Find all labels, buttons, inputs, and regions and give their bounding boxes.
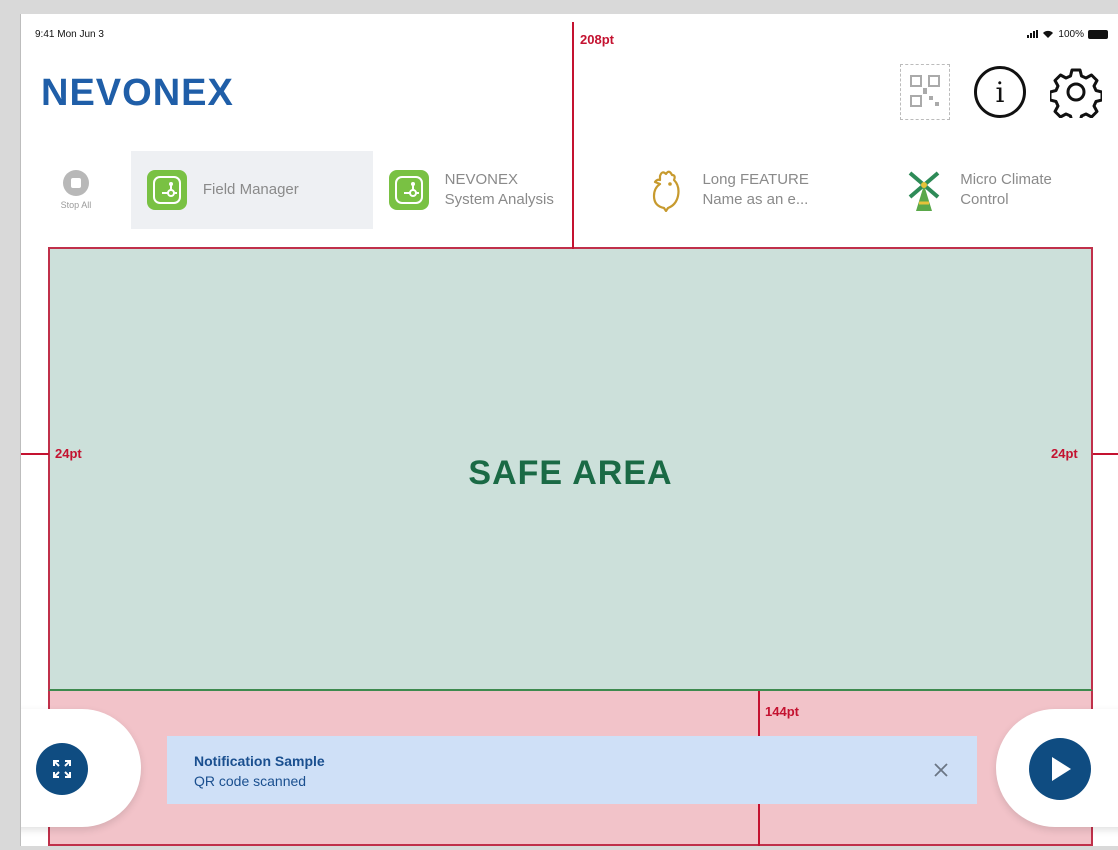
safe-area-label: SAFE AREA xyxy=(468,454,673,492)
right-measure-line xyxy=(1093,453,1118,455)
plant-app-icon xyxy=(388,170,429,210)
qr-code-icon xyxy=(910,75,940,107)
top-measure-line xyxy=(572,22,574,249)
tab-label: Field Manager xyxy=(202,180,299,198)
tab-label-line1: NEVONEX xyxy=(444,170,519,188)
plant-app-icon xyxy=(146,170,187,210)
left-measure-label: 24pt xyxy=(55,446,82,461)
close-icon xyxy=(934,763,948,777)
info-icon: i xyxy=(995,75,1005,109)
tab-long-feature[interactable]: Long FEATURE Name as an e... xyxy=(630,151,888,229)
tab-label: Long FEATURE Name as an e... xyxy=(702,170,808,211)
status-indicators: 100% xyxy=(1027,29,1108,40)
status-time: 9:41 Mon Jun 3 xyxy=(35,28,104,40)
tab-micro-climate[interactable]: Micro Climate Control xyxy=(888,151,1118,229)
feature-tab-bar: Stop All Field Manager NEVONEX System An… xyxy=(21,151,1118,229)
tab-label-line1: Long FEATURE xyxy=(702,170,809,188)
tab-system-analysis[interactable]: NEVONEX System Analysis xyxy=(373,151,631,229)
left-measure-line xyxy=(21,453,49,455)
battery-percent: 100% xyxy=(1058,28,1084,40)
header-actions: i xyxy=(900,64,1102,120)
tab-label: Micro Climate Control xyxy=(960,170,1052,211)
qr-code-button[interactable] xyxy=(900,64,950,120)
expand-button[interactable] xyxy=(36,743,88,795)
battery-icon xyxy=(1088,29,1108,39)
tab-label-line2: Control xyxy=(960,191,1009,208)
notification-body: QR code scanned xyxy=(194,773,307,789)
windmill-icon xyxy=(908,171,940,211)
play-button[interactable] xyxy=(1029,738,1091,800)
info-button[interactable]: i xyxy=(974,66,1026,118)
settings-gear-icon[interactable] xyxy=(1050,66,1102,118)
expand-icon xyxy=(53,760,71,778)
safe-area-region: SAFE AREA xyxy=(48,247,1093,691)
signal-icon xyxy=(1027,30,1039,38)
tab-label-line2: System Analysis xyxy=(444,191,554,208)
stop-all-label: Stop All xyxy=(60,200,92,210)
expand-pill-container xyxy=(21,709,141,827)
nevonex-logo: NEVONEX xyxy=(41,72,234,114)
top-measure-label: 208pt xyxy=(580,32,614,47)
right-measure-label: 24pt xyxy=(1051,446,1078,461)
tab-label-line2: Name as an e... xyxy=(702,191,809,208)
stop-icon xyxy=(62,170,89,196)
app-screen: 9:41 Mon Jun 3 100% NEVONEX i Stop All F… xyxy=(20,14,1118,846)
notification-close-button[interactable] xyxy=(929,758,953,782)
wifi-icon xyxy=(1043,30,1054,38)
notification-banner: Notification Sample QR code scanned xyxy=(167,736,977,804)
notification-title: Notification Sample xyxy=(194,753,325,769)
bottom-measure-label: 144pt xyxy=(765,704,799,719)
tab-label-line1: Micro Climate xyxy=(960,170,1052,188)
chicken-icon xyxy=(653,170,681,212)
tab-label: NEVONEX System Analysis xyxy=(445,170,554,211)
play-icon xyxy=(1052,757,1071,781)
play-pill-container xyxy=(996,709,1118,827)
stop-all-button[interactable]: Stop All xyxy=(21,151,131,229)
tab-field-manager[interactable]: Field Manager xyxy=(130,151,373,229)
